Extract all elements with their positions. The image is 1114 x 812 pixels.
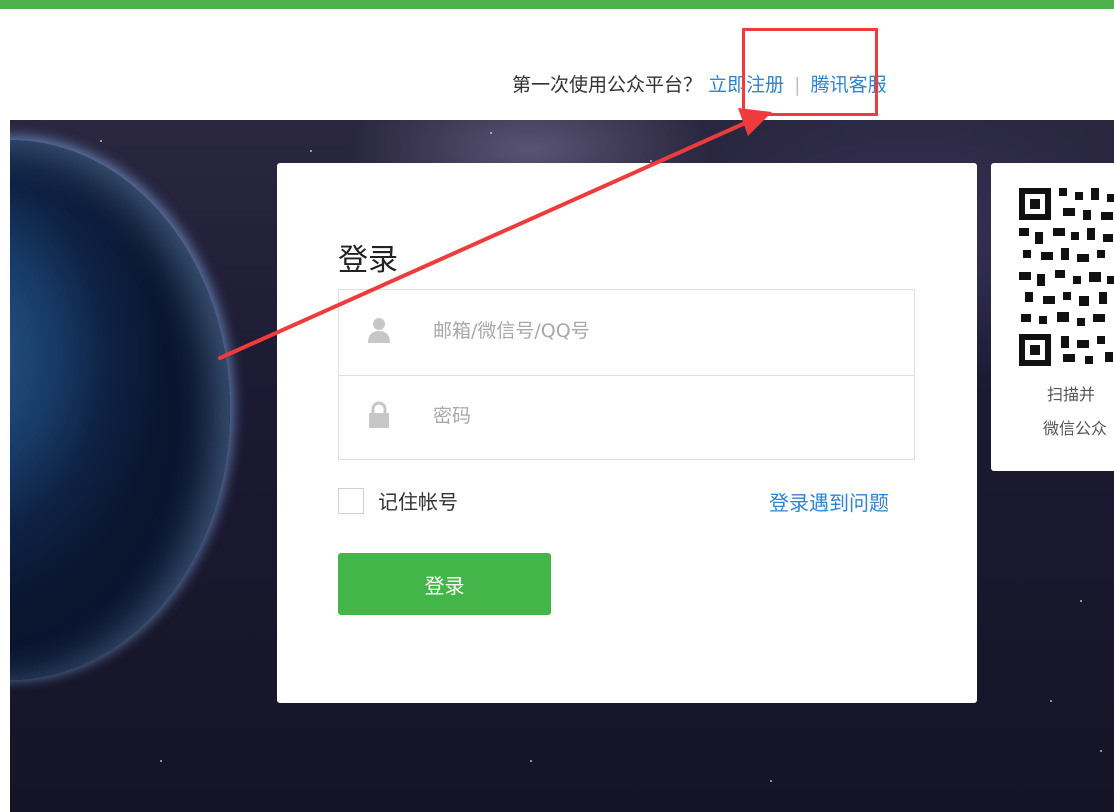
user-icon: [368, 318, 390, 343]
qr-code-image: [1019, 188, 1114, 366]
lock-icon: [369, 401, 389, 428]
password-row: [339, 375, 914, 460]
planet-illustration: [10, 140, 230, 680]
qr-hint-line-2: 微信公众: [1043, 419, 1108, 438]
credentials-box: [338, 289, 915, 460]
remember-label: 记住帐号: [378, 490, 458, 514]
login-title: 登录: [338, 243, 398, 278]
qr-login-card: 扫描并 微信公众: [991, 163, 1114, 471]
account-input[interactable]: [433, 314, 893, 348]
account-row: [339, 290, 914, 376]
login-trouble-link[interactable]: 登录遇到问题: [769, 487, 889, 516]
first-time-prompt: 第一次使用公众平台？: [512, 74, 703, 96]
annotation-highlight-box: [742, 28, 878, 116]
remember-checkbox[interactable]: [338, 487, 364, 514]
qr-hint-line-1: 扫描并: [1047, 385, 1096, 404]
login-button[interactable]: 登录: [338, 553, 551, 615]
remember-account[interactable]: 记住帐号: [338, 486, 458, 515]
login-card: 登录 记住帐号 登录遇到问题 登录: [277, 163, 977, 703]
wechat-mp-login-page: 第一次使用公众平台？ 立即注册 | 腾讯客服 登录 邮箱/微信号/QQ号 记住帐…: [0, 0, 1114, 812]
top-accent-bar: [0, 0, 1114, 12]
password-input[interactable]: [433, 399, 893, 433]
